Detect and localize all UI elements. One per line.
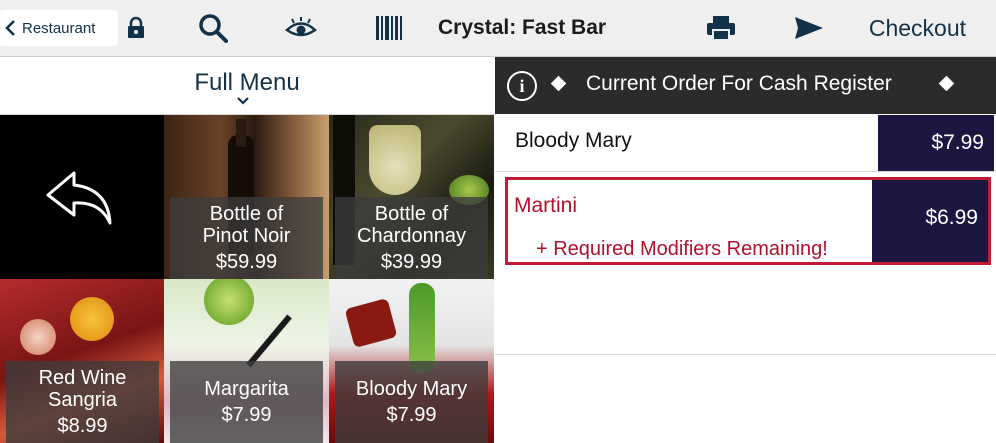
order-item-price: $6.99 bbox=[872, 180, 988, 262]
menu-title: Full Menu bbox=[194, 69, 300, 96]
required-modifiers-notice[interactable]: + Required Modifiers Remaining! bbox=[536, 238, 828, 261]
order-item-name: Martini bbox=[514, 194, 578, 217]
menu-item-name-line1: Red Wine bbox=[38, 367, 127, 389]
order-header: i Current Order For Cash Register bbox=[495, 57, 996, 114]
order-item-name: Bloody Mary bbox=[515, 129, 632, 152]
chevron-left-icon bbox=[5, 20, 15, 36]
menu-item-caption: Red Wine Sangria $8.99 bbox=[6, 361, 159, 443]
send-icon bbox=[795, 17, 823, 39]
info-icon[interactable]: i bbox=[507, 71, 537, 101]
menu-item-bloody-mary[interactable]: Bloody Mary $7.99 bbox=[329, 279, 494, 443]
back-button-label: Restaurant bbox=[22, 19, 96, 37]
menu-item-caption: Bottle of Pinot Noir $59.99 bbox=[170, 197, 323, 279]
diamond-icon bbox=[938, 75, 955, 92]
eye-icon bbox=[285, 17, 317, 37]
barcode-button[interactable] bbox=[374, 0, 404, 56]
menu-item-red-wine-sangria[interactable]: Red Wine Sangria $8.99 bbox=[0, 279, 165, 443]
menu-item-caption: Bottle of Chardonnay $39.99 bbox=[335, 197, 488, 279]
menu-item-pinot-noir[interactable]: Bottle of Pinot Noir $59.99 bbox=[164, 115, 329, 279]
order-title[interactable]: Current Order For Cash Register bbox=[586, 72, 892, 96]
lock-icon bbox=[128, 16, 144, 38]
search-button[interactable] bbox=[196, 0, 230, 56]
menu-item-chardonnay[interactable]: Bottle of Chardonnay $39.99 bbox=[329, 115, 494, 279]
top-toolbar: Restaurant Crystal: Fast Bar Checkout bbox=[0, 0, 996, 57]
menu-item-caption: Margarita $7.99 bbox=[170, 361, 323, 443]
send-button[interactable] bbox=[792, 0, 826, 56]
menu-item-name-line2: Pinot Noir bbox=[202, 225, 291, 247]
menu-item-name-line2: Margarita bbox=[204, 378, 289, 400]
lock-button[interactable] bbox=[122, 0, 150, 56]
print-button[interactable] bbox=[704, 0, 738, 56]
order-divider bbox=[495, 354, 996, 355]
menu-item-margarita[interactable]: Margarita $7.99 bbox=[164, 279, 329, 443]
menu-item-name-line2: Chardonnay bbox=[357, 225, 466, 247]
back-button[interactable]: Restaurant bbox=[0, 10, 118, 46]
diamond-icon bbox=[550, 75, 567, 92]
menu-item-name-line1: Bottle of bbox=[374, 203, 449, 225]
order-list: Bloody Mary $7.99 Martini + Required Mod… bbox=[495, 115, 996, 443]
chevron-down-icon bbox=[237, 97, 249, 105]
page-title: Crystal: Fast Bar bbox=[438, 16, 607, 39]
menu-item-price: $8.99 bbox=[57, 415, 108, 437]
printer-icon bbox=[707, 16, 735, 41]
menu-item-price: $7.99 bbox=[221, 404, 272, 426]
order-item-price: $7.99 bbox=[878, 115, 994, 171]
undo-arrow-icon bbox=[46, 171, 112, 225]
order-item-bloody-mary[interactable]: Bloody Mary $7.99 bbox=[495, 115, 996, 172]
menu-header[interactable]: Full Menu bbox=[0, 57, 494, 115]
search-icon bbox=[199, 14, 228, 43]
menu-item-price: $59.99 bbox=[215, 251, 278, 273]
order-item-martini[interactable]: Martini + Required Modifiers Remaining! … bbox=[505, 177, 991, 265]
checkout-button[interactable]: Checkout bbox=[869, 0, 966, 56]
menu-item-caption: Bloody Mary $7.99 bbox=[335, 361, 488, 443]
menu-item-price: $39.99 bbox=[380, 251, 443, 273]
menu-item-price: $7.99 bbox=[386, 404, 437, 426]
barcode-icon bbox=[376, 16, 402, 40]
menu-item-name-line1: Bottle of bbox=[209, 203, 284, 225]
back-tile[interactable] bbox=[0, 115, 165, 279]
view-button[interactable] bbox=[283, 0, 319, 56]
menu-grid: Bottle of Pinot Noir $59.99 Bottle of Ch… bbox=[0, 115, 494, 443]
menu-item-name-line2: Bloody Mary bbox=[355, 378, 468, 400]
menu-item-name-line2: Sangria bbox=[48, 389, 117, 411]
